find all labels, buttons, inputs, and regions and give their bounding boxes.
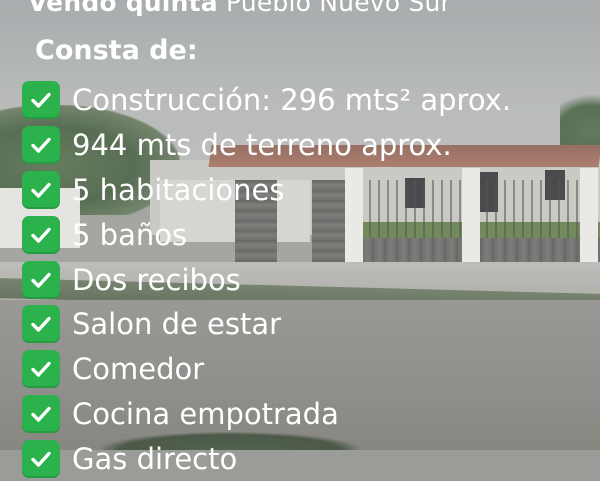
- feature-item: Gas directo: [22, 436, 511, 481]
- feature-item: 5 baños: [22, 212, 511, 257]
- feature-text: 5 habitaciones: [72, 172, 285, 207]
- feature-text: 5 baños: [72, 217, 188, 252]
- feature-text: 944 mts de terreno aprox.: [72, 128, 452, 163]
- features-heading: Consta de:: [35, 35, 198, 66]
- listing-title-bold: Vendo quinta: [28, 0, 218, 17]
- feature-text: Gas directo: [72, 441, 238, 476]
- feature-text: Dos recibos: [72, 262, 241, 297]
- feature-text: Cocina empotrada: [72, 396, 339, 431]
- feature-item: Construcción: 296 mts² aprox.: [22, 78, 511, 123]
- listing-title-location: Pueblo Nuevo Sur: [217, 0, 452, 17]
- feature-text: Salon de estar: [72, 307, 282, 342]
- feature-item: Dos recibos: [22, 257, 511, 302]
- check-mark-icon: [22, 350, 60, 389]
- check-mark-icon: [22, 305, 60, 344]
- feature-text: Comedor: [72, 352, 205, 387]
- features-list: Construcción: 296 mts² aprox. 944 mts de …: [22, 78, 511, 481]
- feature-item: 5 habitaciones: [22, 168, 511, 213]
- check-mark-icon: [22, 215, 60, 254]
- feature-text: Construcción: 296 mts² aprox.: [72, 83, 512, 118]
- check-mark-icon: [22, 439, 60, 478]
- check-mark-icon: [22, 260, 60, 299]
- check-mark-icon: [22, 394, 60, 433]
- feature-item: Salon de estar: [22, 302, 511, 347]
- check-mark-icon: [22, 170, 60, 209]
- feature-item: Comedor: [22, 347, 511, 392]
- check-mark-icon: [22, 81, 60, 120]
- feature-item: 944 mts de terreno aprox.: [22, 123, 511, 168]
- feature-item: Cocina empotrada: [22, 392, 511, 437]
- listing-title: Vendo quinta Pueblo Nuevo Sur: [28, 0, 451, 17]
- check-mark-icon: [22, 126, 60, 165]
